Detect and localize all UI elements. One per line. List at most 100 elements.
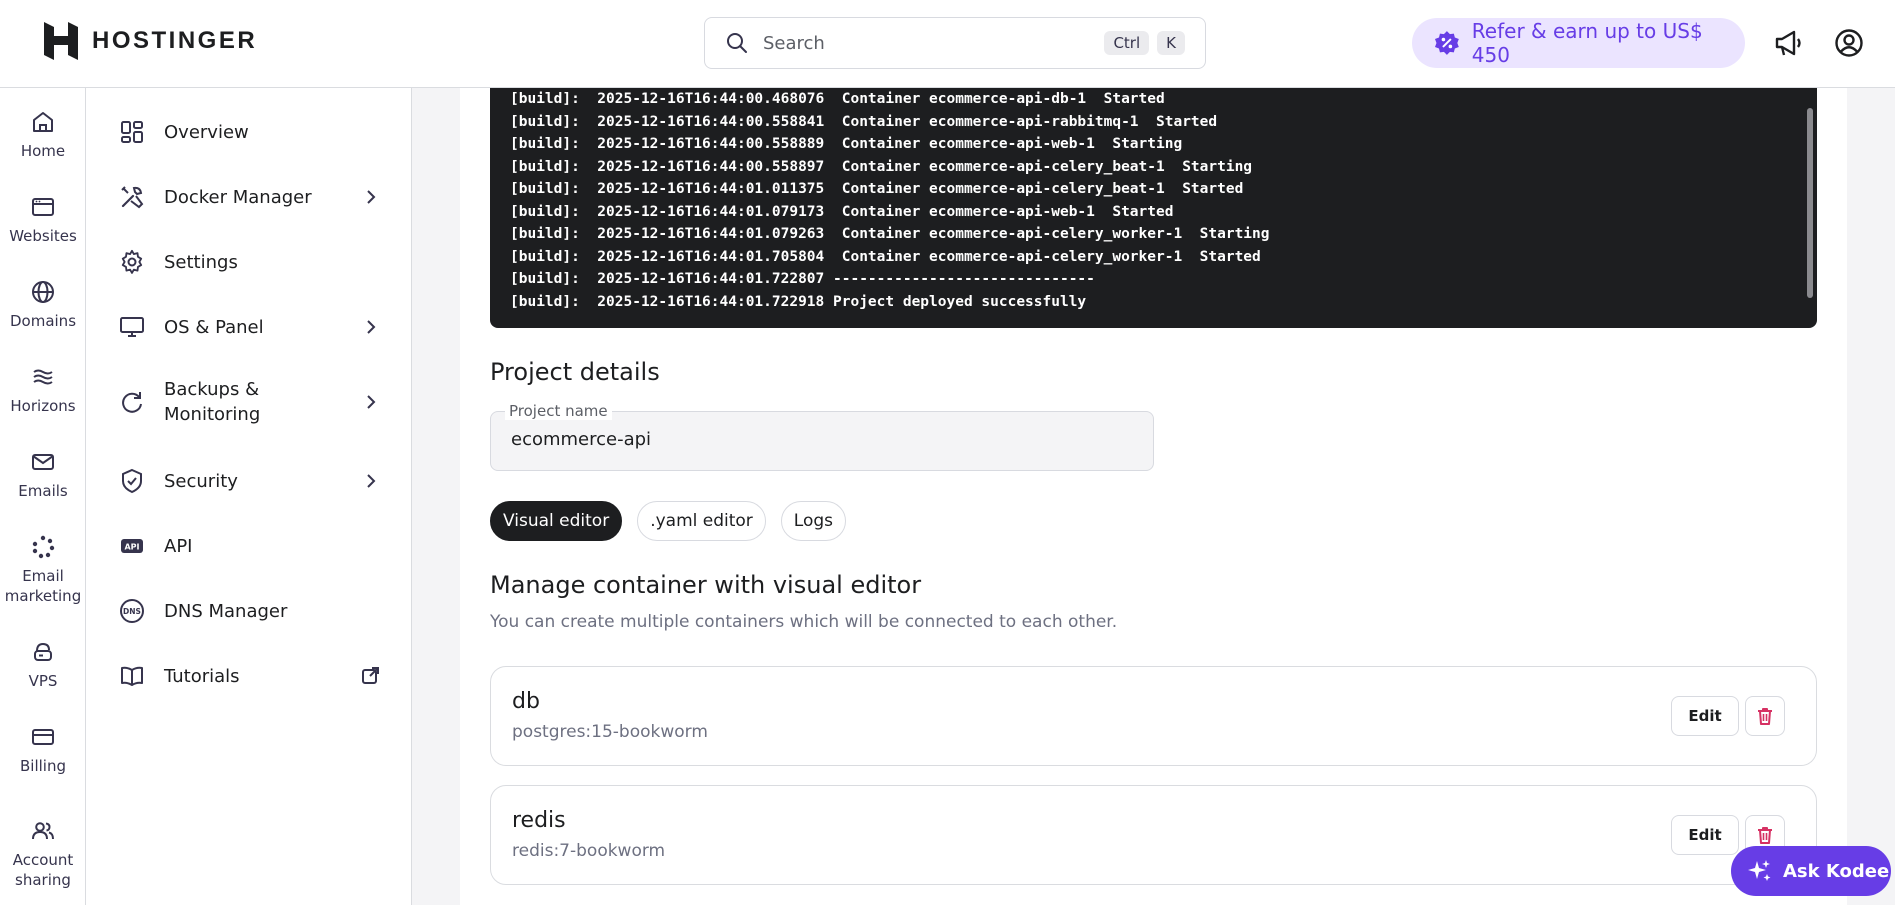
log-line: [build]: 2025-12-16T16:44:00.468076 Cont… — [510, 91, 1165, 107]
shield-icon — [118, 467, 146, 495]
ask-kodee-label: Ask Kodee — [1783, 860, 1890, 882]
main-navigation-rail: Home Websites Domains Horizons Emails Em… — [0, 88, 86, 905]
tab-yaml-editor[interactable]: .yaml editor — [637, 501, 766, 541]
search-input[interactable]: Search Ctrl K — [704, 17, 1206, 69]
cloud-server-icon — [34, 642, 52, 661]
rail-item-emails[interactable]: Emails — [0, 449, 86, 501]
ask-kodee-button[interactable]: Ask Kodee — [1731, 846, 1891, 896]
search-placeholder: Search — [763, 32, 825, 54]
shortcut-k-key: K — [1157, 31, 1185, 55]
rail-label-emails: Emails — [18, 482, 68, 500]
tools-icon — [118, 183, 146, 211]
chevron-right-icon — [367, 395, 376, 409]
card-icon — [32, 729, 54, 745]
rail-label-billing: Billing — [20, 757, 66, 775]
home-icon — [33, 112, 53, 132]
horizons-icon — [33, 369, 53, 385]
rail-label-vps: VPS — [28, 672, 58, 690]
rail-item-vps[interactable]: VPS — [0, 639, 86, 691]
subnav-item-security[interactable]: Security — [118, 467, 380, 495]
subnav-label-api: API — [164, 535, 193, 557]
subnav-item-backups-monitoring[interactable]: Backups & Monitoring — [118, 377, 380, 427]
rail-item-domains[interactable]: Domains — [0, 279, 86, 331]
container-card-redis: redis redis:7-bookworm Edit — [490, 785, 1817, 885]
rail-item-account-sharing[interactable]: Account sharing — [0, 818, 86, 890]
subnav-item-os-panel[interactable]: OS & Panel — [118, 313, 380, 341]
tab-visual-editor[interactable]: Visual editor — [490, 501, 623, 541]
chevron-right-icon — [367, 474, 376, 488]
discount-badge-icon — [1434, 31, 1459, 55]
monitor-icon — [118, 313, 146, 341]
rail-item-billing[interactable]: Billing — [0, 724, 86, 776]
account-button[interactable] — [1832, 26, 1866, 60]
subnav-item-overview[interactable]: Overview — [118, 118, 380, 146]
refresh-icon — [118, 388, 146, 416]
log-line: [build]: 2025-12-16T16:44:01.079263 Cont… — [510, 226, 1270, 242]
user-circle-icon — [1835, 29, 1863, 57]
external-link-icon — [362, 667, 379, 684]
terminal-scrollbar[interactable] — [1807, 108, 1813, 298]
subnav-label-backups-monitoring: Backups & Monitoring — [164, 379, 261, 425]
subnav-label-dns-manager: DNS Manager — [164, 600, 288, 622]
project-name-field[interactable]: Project name ecommerce-api — [490, 402, 1154, 471]
dashboard-icon — [118, 118, 146, 146]
gear-icon — [118, 248, 146, 276]
log-line: [build]: 2025-12-16T16:44:01.079173 Cont… — [510, 203, 1174, 220]
brand-name: HOSTINGER — [92, 27, 258, 54]
container-image: postgres:15-bookworm — [512, 722, 708, 742]
visual-editor-subtitle: You can create multiple containers which… — [490, 612, 1118, 632]
edit-container-button[interactable]: Edit — [1671, 815, 1739, 855]
svg-text:DNS: DNS — [123, 607, 141, 616]
subnav-label-docker-manager: Docker Manager — [164, 186, 312, 208]
refer-earn-button[interactable]: Refer & earn up to US$ 450 — [1412, 18, 1745, 68]
top-bar: HOSTINGER Search Ctrl K Refer & earn up … — [0, 0, 1895, 88]
log-line: [build]: 2025-12-16T16:44:00.558841 Cont… — [510, 113, 1218, 130]
chevron-right-icon — [367, 190, 376, 204]
api-icon: API — [118, 532, 146, 560]
trash-icon — [1758, 827, 1772, 844]
subnav-item-api[interactable]: API API — [118, 532, 380, 560]
project-details-title: Project details — [490, 358, 660, 386]
rail-label-home: Home — [20, 142, 66, 160]
refer-label: Refer & earn up to US$ 450 — [1471, 19, 1703, 67]
subnav-item-settings[interactable]: Settings — [118, 248, 380, 276]
main-content: [build]: 2025-12-16T16:44:00.468076 Cont… — [460, 88, 1847, 905]
subnav-item-dns-manager[interactable]: DNS DNS Manager — [118, 597, 380, 625]
hostinger-logo-icon — [44, 22, 78, 60]
build-log-terminal[interactable]: [build]: 2025-12-16T16:44:00.468076 Cont… — [490, 88, 1817, 328]
search-icon — [727, 33, 747, 53]
subnav-item-docker-manager[interactable]: Docker Manager — [118, 183, 380, 211]
chevron-right-icon — [367, 320, 376, 334]
subnav-item-tutorials[interactable]: Tutorials — [118, 662, 380, 690]
announcements-button[interactable] — [1772, 26, 1806, 60]
email-marketing-icon — [32, 535, 55, 559]
tab-logs[interactable]: Logs — [780, 501, 847, 541]
book-icon — [118, 662, 146, 690]
log-line: [build]: 2025-12-16T16:44:01.722918 Proj… — [510, 293, 1087, 310]
subnav-label-settings: Settings — [164, 251, 238, 273]
rail-label-horizons: Horizons — [10, 397, 76, 415]
visual-editor-title: Manage container with visual editor — [490, 571, 922, 599]
log-line: [build]: 2025-12-16T16:44:01.705804 Cont… — [510, 248, 1261, 265]
hostinger-logo[interactable]: HOSTINGER — [44, 22, 257, 60]
trash-icon — [1758, 708, 1772, 725]
delete-container-button[interactable] — [1745, 696, 1785, 736]
shortcut-ctrl-key: Ctrl — [1104, 31, 1150, 55]
subnav-label-overview: Overview — [164, 121, 249, 143]
rail-label-websites: Websites — [9, 227, 77, 245]
subnav-label-security: Security — [164, 470, 238, 492]
container-card-db: db postgres:15-bookworm Edit — [490, 666, 1817, 766]
dns-icon: DNS — [118, 597, 146, 625]
rail-label-domains: Domains — [9, 312, 77, 330]
vps-sub-navigation: Overview Docker Manager Settings OS & Pa… — [86, 88, 412, 905]
rail-item-home[interactable]: Home — [0, 109, 86, 161]
mail-icon — [32, 454, 54, 470]
rail-item-horizons[interactable]: Horizons — [0, 364, 86, 416]
log-line: [build]: 2025-12-16T16:44:00.558889 Cont… — [510, 136, 1183, 152]
rail-item-websites[interactable]: Websites — [0, 194, 86, 246]
rail-label-email-marketing: Email marketing — [4, 567, 82, 605]
container-image: redis:7-bookworm — [512, 841, 666, 861]
megaphone-icon — [1775, 30, 1801, 56]
edit-container-button[interactable]: Edit — [1671, 696, 1739, 736]
rail-item-email-marketing[interactable]: Email marketing — [0, 534, 86, 606]
